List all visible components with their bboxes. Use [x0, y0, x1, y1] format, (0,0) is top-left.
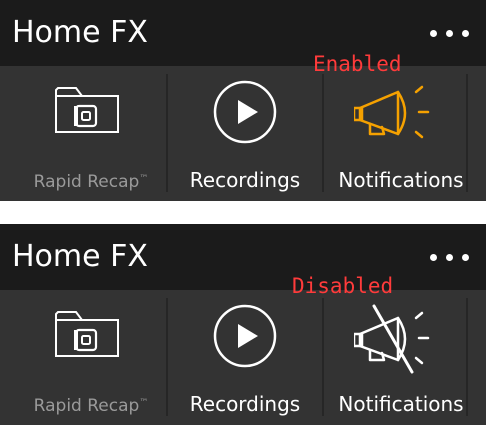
recordings-label: Recordings: [189, 392, 301, 416]
notifications-tile[interactable]: Notifications: [324, 290, 466, 425]
panel-header: Home FX: [0, 0, 486, 66]
notifications-label: Notifications: [338, 392, 464, 416]
rapid-recap-folder-icon: [55, 87, 119, 133]
megaphone-icon: [354, 85, 430, 139]
rapid-recap-label: Rapid Recap™: [33, 172, 149, 192]
tile-divider: [466, 298, 468, 416]
recordings-tile[interactable]: Recordings: [168, 290, 322, 425]
tile-row: Rapid Recap™ Recordings Notifications: [0, 66, 486, 201]
rapid-recap-tile[interactable]: Rapid Recap™: [0, 290, 166, 425]
more-options-icon[interactable]: [426, 242, 476, 272]
panel-header: Home FX: [0, 224, 486, 290]
rapid-recap-tile[interactable]: Rapid Recap™: [0, 66, 166, 201]
panel-title: Home FX: [12, 239, 148, 274]
more-options-icon[interactable]: [426, 18, 476, 48]
recordings-label: Recordings: [189, 168, 301, 192]
play-icon: [213, 80, 277, 144]
rapid-recap-label: Rapid Recap™: [33, 396, 149, 416]
panel-title: Home FX: [12, 15, 148, 50]
megaphone-muted-icon: [354, 304, 430, 374]
notifications-tile[interactable]: Notifications: [324, 66, 466, 201]
home-fx-panel-enabled: Home FX Enabled Rapid Recap™ Recordings: [0, 0, 486, 201]
play-icon: [213, 304, 277, 368]
home-fx-panel-disabled: Home FX Disabled Rapid Recap™ Recordings: [0, 224, 486, 425]
recordings-tile[interactable]: Recordings: [168, 66, 322, 201]
notifications-label: Notifications: [338, 168, 464, 192]
tile-divider: [466, 74, 468, 192]
tile-row: Rapid Recap™ Recordings Notifications: [0, 290, 486, 425]
rapid-recap-folder-icon: [55, 311, 119, 357]
